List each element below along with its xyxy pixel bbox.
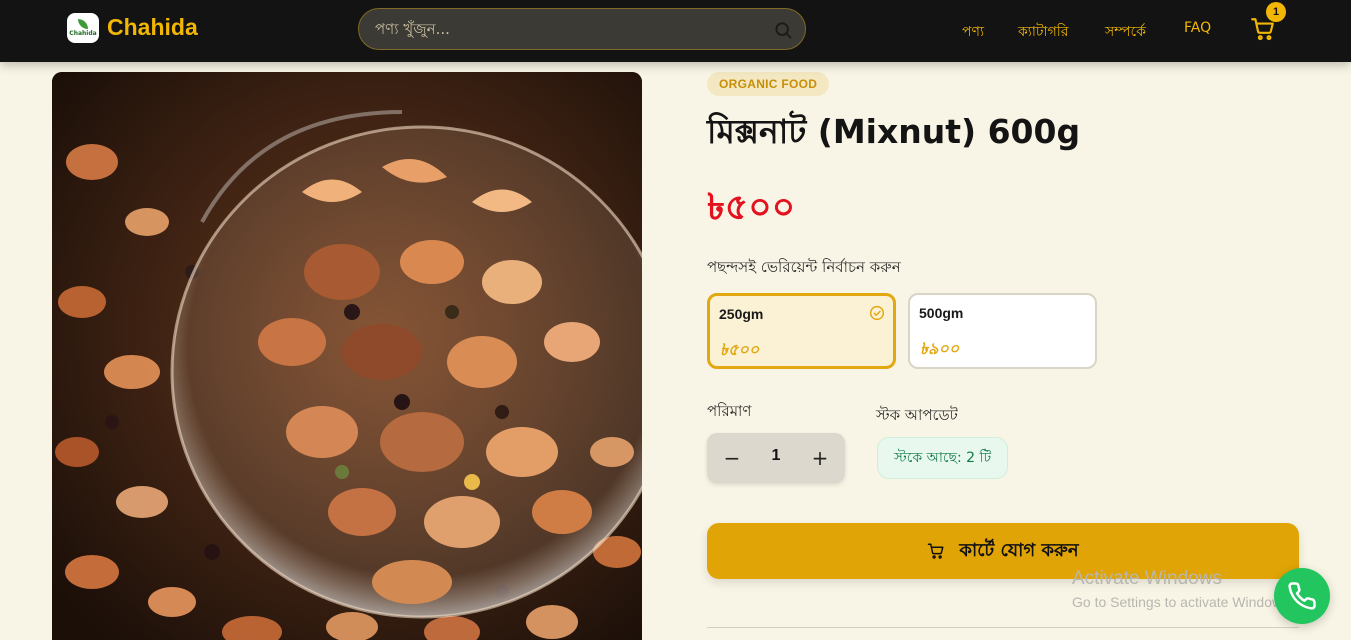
brand-logo[interactable]: Chahida: [67, 13, 99, 43]
windows-activation-watermark: Activate Windows Go to Settings to activ…: [1072, 568, 1293, 610]
mixnut-illustration: [52, 72, 642, 640]
nav-link-products[interactable]: পণ্য: [962, 20, 984, 44]
top-navbar: Chahida Chahida পণ্য ক্যাটাগরি সম্পর্কে …: [0, 0, 1351, 62]
stock-status-badge: স্টকে আছে: 2 টি: [877, 437, 1009, 479]
variant-section-label: পছন্দসই ভেরিয়েন্ট নির্বাচন করুন: [707, 258, 901, 276]
increase-quantity-button[interactable]: +: [808, 446, 832, 470]
quantity-label: পরিমাণ: [707, 402, 752, 420]
quantity-value[interactable]: 1: [762, 447, 790, 465]
check-circle-icon: [869, 305, 885, 321]
variant-name: 500gm: [919, 305, 964, 321]
stock-update-label: স্টক আপডেট: [876, 406, 958, 424]
product-title: মিক্সনাট (Mixnut) 600g: [707, 112, 1081, 151]
quantity-stepper: − 1 +: [707, 433, 845, 483]
logo-mini-text: Chahida: [69, 30, 97, 37]
add-to-cart-label: কার্টে যোগ করুন: [959, 539, 1079, 561]
section-divider: [707, 627, 1299, 628]
call-button[interactable]: [1274, 568, 1330, 624]
search-bar: [358, 8, 806, 50]
cart-count-badge: 1: [1266, 2, 1286, 22]
variant-option-250gm[interactable]: 250gm ৳৫০০: [707, 293, 896, 369]
leaf-icon: [78, 19, 88, 29]
variant-price: ৳৫০০: [720, 340, 760, 359]
search-icon[interactable]: [773, 20, 793, 40]
watermark-subtitle: Go to Settings to activate Windows.: [1072, 594, 1293, 610]
cart-icon: [928, 543, 944, 559]
brand-name[interactable]: Chahida: [107, 14, 198, 41]
variant-price: ৳৯০০: [920, 339, 960, 358]
watermark-title: Activate Windows: [1072, 568, 1222, 589]
nav-link-about[interactable]: সম্পর্কে: [1105, 20, 1146, 44]
product-price: ৳৫০০: [707, 187, 796, 228]
search-input[interactable]: [375, 18, 755, 40]
variant-option-500gm[interactable]: 500gm ৳৯০০: [908, 293, 1097, 369]
variant-name: 250gm: [719, 306, 764, 322]
category-tag: ORGANIC FOOD: [707, 72, 830, 96]
product-image[interactable]: [52, 72, 642, 640]
phone-icon: [1288, 582, 1316, 610]
nav-link-faq[interactable]: FAQ: [1184, 20, 1211, 36]
nav-link-categories[interactable]: ক্যাটাগরি: [1018, 20, 1068, 44]
decrease-quantity-button[interactable]: −: [720, 446, 744, 470]
